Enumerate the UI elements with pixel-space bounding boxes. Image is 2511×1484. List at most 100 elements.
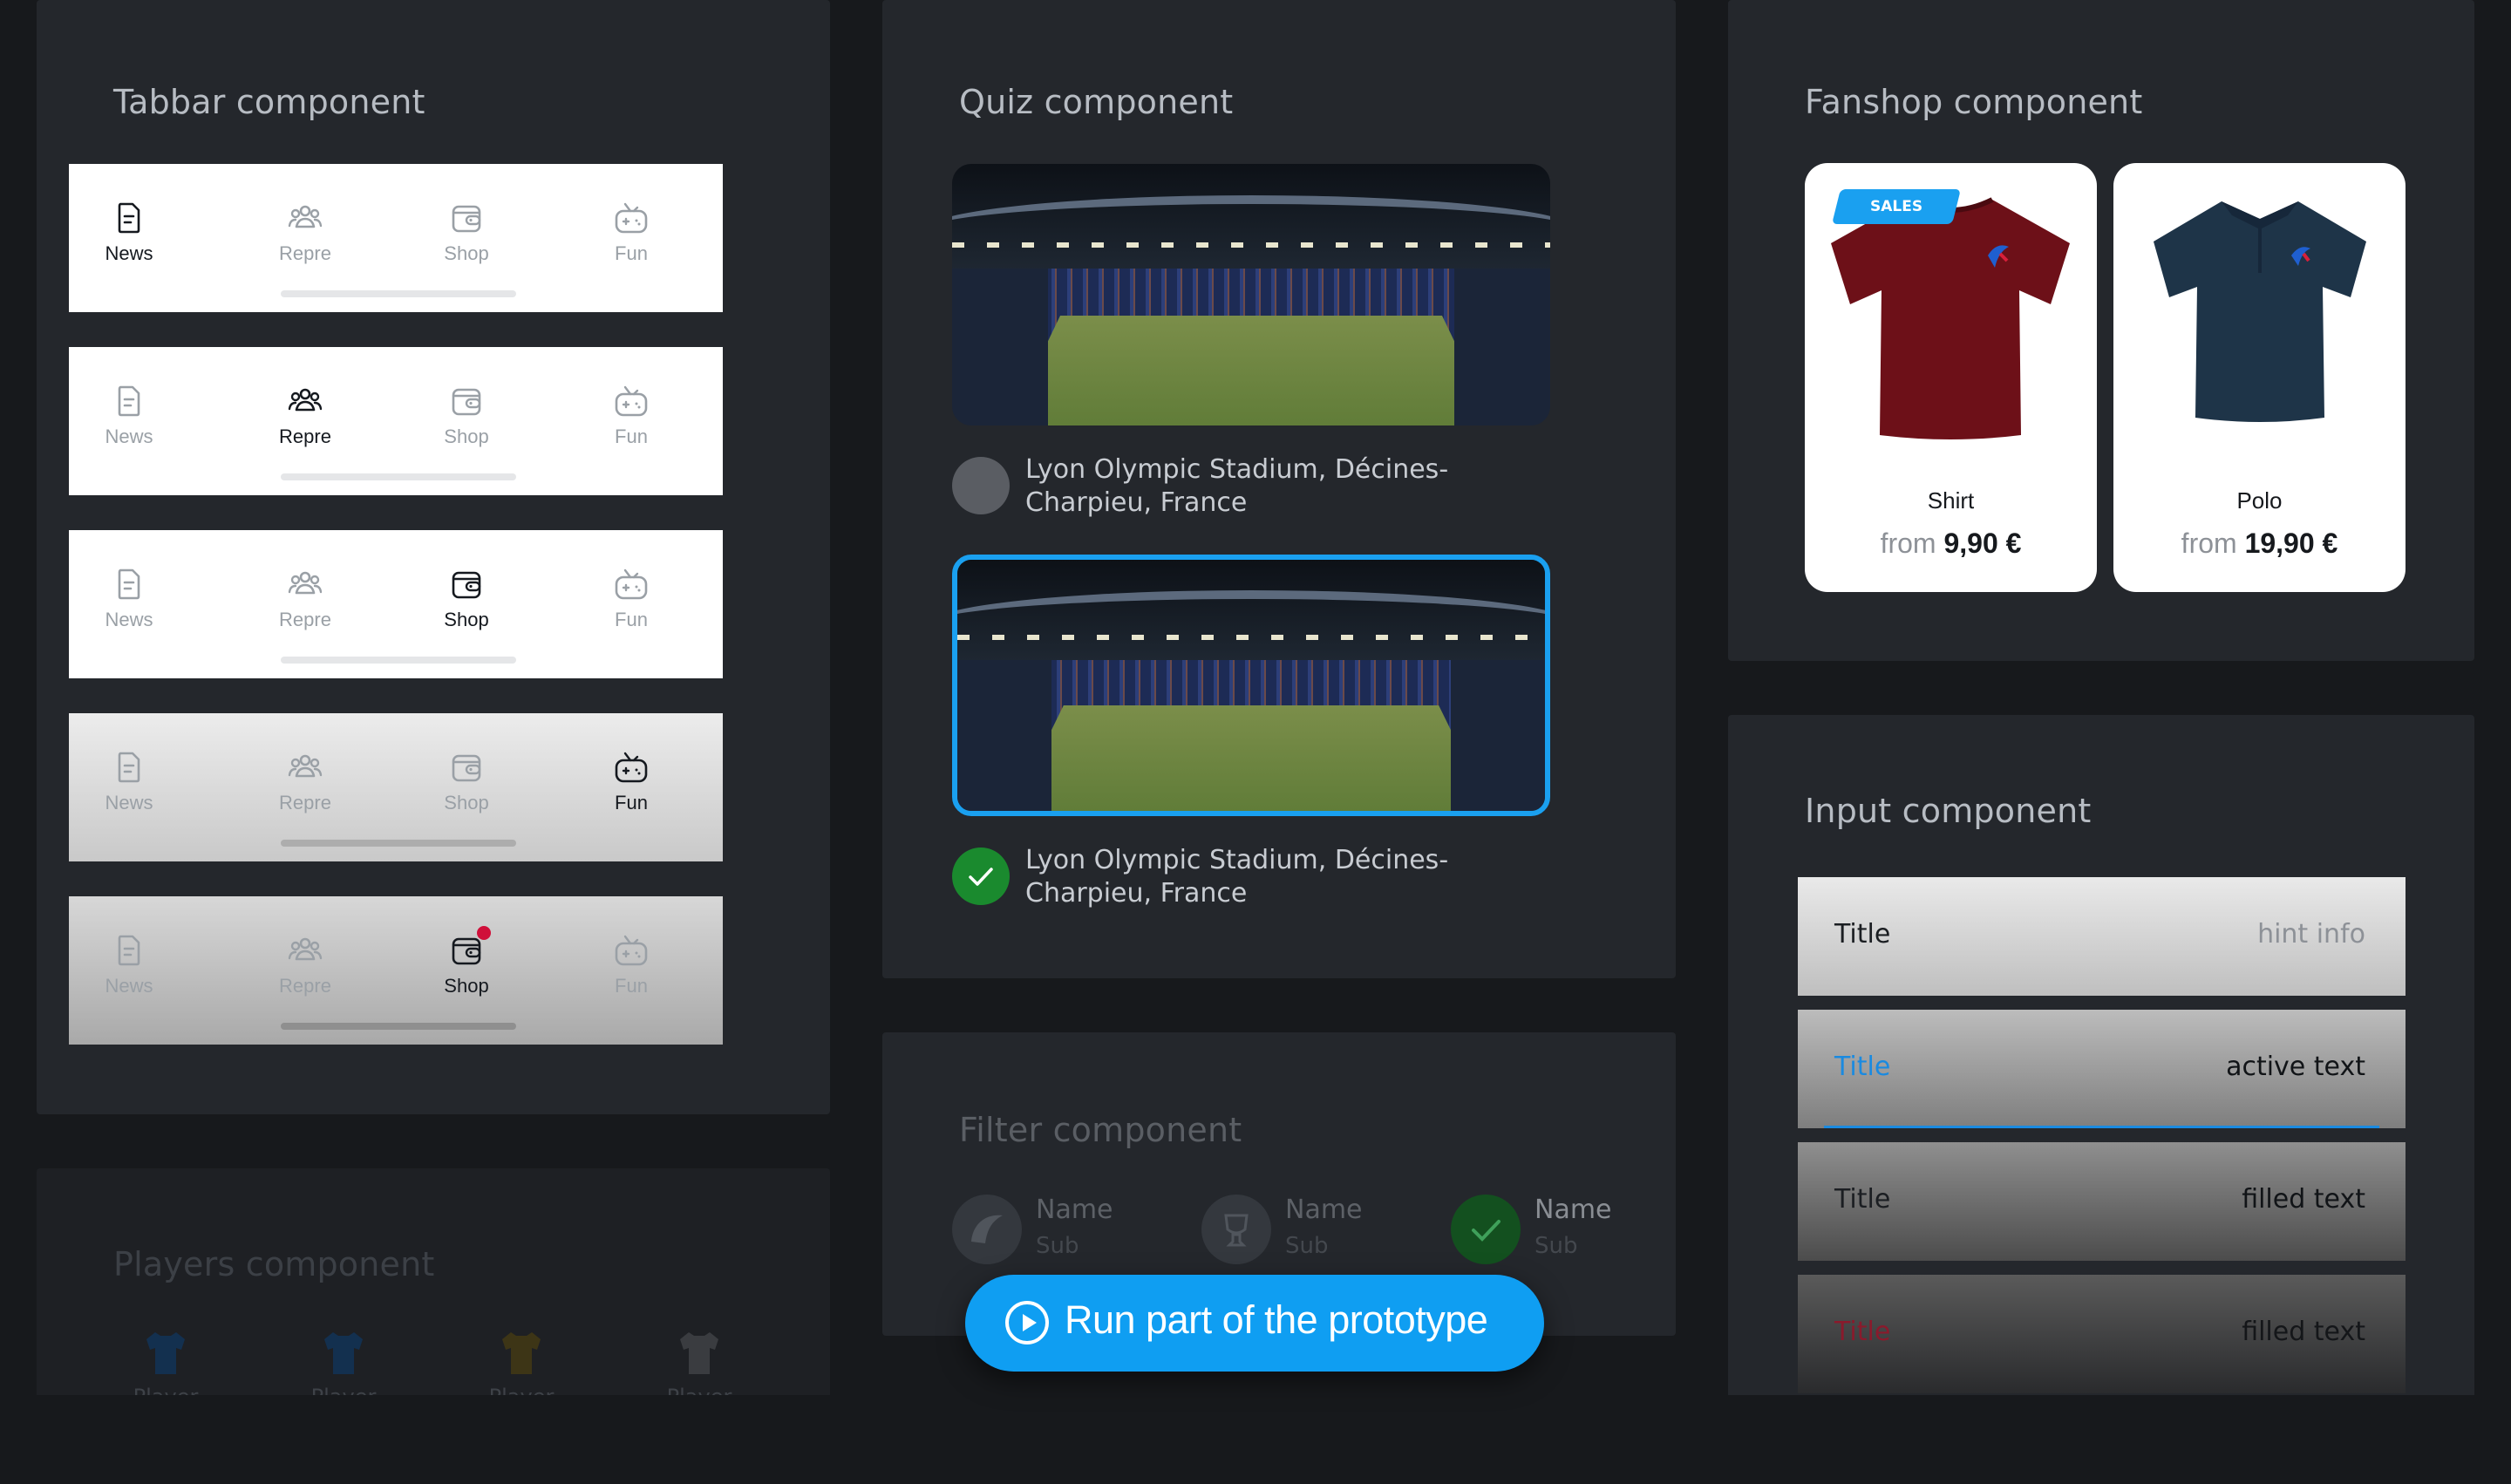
tab-label: Shop	[444, 425, 489, 447]
polo-image	[2154, 201, 2366, 422]
news-icon	[110, 565, 148, 603]
input-title: Title	[1834, 919, 1891, 950]
tab-shop[interactable]: Shop	[418, 748, 514, 814]
tab-repre[interactable]: Repre	[257, 382, 353, 448]
home-indicator	[281, 290, 516, 297]
product-name: Shirt	[1927, 487, 1975, 514]
bottom-fade	[0, 1395, 2511, 1484]
tab-shop[interactable]: Shop	[418, 199, 514, 265]
tab-label: Shop	[444, 792, 489, 813]
tab-fun[interactable]: Fun	[583, 565, 679, 631]
shop-icon	[447, 199, 486, 237]
tab-label: Shop	[444, 242, 489, 264]
home-indicator	[281, 840, 516, 847]
check-icon	[1451, 1195, 1521, 1264]
jersey-icon	[324, 1332, 363, 1374]
tab-label: Fun	[615, 425, 648, 447]
input-field-error[interactable]: Title filled text	[1798, 1275, 2406, 1393]
tab-repre[interactable]: Repre	[257, 565, 353, 631]
repre-icon	[286, 931, 324, 970]
shop-icon	[447, 748, 486, 786]
input-value: filled text	[2242, 1317, 2365, 1347]
run-button-label: Run part of the prototype	[1065, 1297, 1488, 1342]
product-price: from 9,90 €	[1880, 528, 2022, 559]
fun-icon	[612, 748, 650, 786]
home-indicator	[281, 1023, 516, 1030]
tab-fun[interactable]: Fun	[583, 931, 679, 997]
notification-dot	[477, 926, 491, 940]
product-card-shirt[interactable]: SALES Shirt from 9,90 €	[1805, 163, 2097, 592]
tab-label: News	[105, 609, 153, 630]
news-icon	[110, 382, 148, 420]
tab-news[interactable]: News	[81, 382, 177, 448]
option-1-radio[interactable]	[952, 457, 1010, 514]
tabbar-variant-4: News Repre Shop Fun	[69, 713, 723, 861]
fanshop-panel: Fanshop component SALES Shirt from 9,90 …	[1728, 0, 2474, 661]
tab-repre[interactable]: Repre	[257, 748, 353, 814]
tab-fun[interactable]: Fun	[583, 382, 679, 448]
tab-news[interactable]: News	[81, 931, 177, 997]
stadium-image-option-2[interactable]	[952, 555, 1550, 816]
tabbar-variant-1: News Repre Shop Fun	[69, 164, 723, 312]
jersey-icon	[502, 1332, 541, 1374]
input-field-hint[interactable]: Title hint info	[1798, 877, 2406, 996]
tab-news[interactable]: News	[81, 199, 177, 265]
tab-label: Repre	[279, 242, 331, 264]
input-field-active[interactable]: Title active text	[1798, 1010, 2406, 1128]
sales-badge: SALES	[1832, 189, 1961, 224]
option-2-check[interactable]	[952, 848, 1010, 905]
input-title: Title	[1834, 1052, 1891, 1082]
news-icon	[110, 931, 148, 970]
tab-label: Fun	[615, 242, 648, 264]
fun-icon	[612, 382, 650, 420]
option-1-label: Lyon Olympic Stadium, Décines-Charpieu, …	[1025, 454, 1449, 518]
play-icon	[1005, 1301, 1049, 1344]
fun-icon	[612, 931, 650, 970]
tabbar-variant-2: News Repre Shop Fun	[69, 347, 723, 495]
tab-label: Repre	[279, 975, 331, 997]
tab-repre[interactable]: Repre	[257, 199, 353, 265]
tab-shop[interactable]: Shop	[418, 926, 514, 997]
product-price: from 19,90 €	[2181, 528, 2338, 559]
input-panel-title: Input component	[1805, 792, 2092, 830]
stadium-image-option-1[interactable]	[952, 164, 1550, 425]
tabbar-panel-title: Tabbar component	[113, 83, 425, 121]
tab-news[interactable]: News	[81, 565, 177, 631]
filter-item-name: Name	[1036, 1195, 1113, 1225]
option-2-label: Lyon Olympic Stadium, Décines-Charpieu, …	[1025, 845, 1449, 909]
tab-label: Shop	[444, 609, 489, 630]
shop-icon	[447, 382, 486, 420]
filter-panel-title: Filter component	[959, 1111, 1242, 1149]
product-card-polo[interactable]: Polo from 19,90 €	[2113, 163, 2406, 592]
quiz-panel-title: Quiz component	[959, 83, 1234, 121]
tab-label: News	[105, 975, 153, 997]
filter-item-name: Name	[1285, 1195, 1363, 1225]
filter-item-name: Name	[1534, 1195, 1612, 1225]
jersey-icon	[680, 1332, 718, 1374]
home-indicator	[281, 473, 516, 480]
input-field-filled[interactable]: Title filled text	[1798, 1142, 2406, 1261]
tabbar-variant-5: News Repre Shop Fun	[69, 896, 723, 1045]
tab-fun[interactable]: Fun	[583, 748, 679, 814]
shop-icon	[447, 565, 486, 603]
tab-label: Repre	[279, 609, 331, 630]
filter-item-sub: Sub	[1534, 1233, 1578, 1259]
home-indicator	[281, 657, 516, 664]
tab-label: Repre	[279, 792, 331, 813]
input-hint: hint info	[2257, 919, 2365, 950]
fun-icon	[612, 565, 650, 603]
team-logo-icon	[952, 1195, 1022, 1264]
tab-shop[interactable]: Shop	[418, 565, 514, 631]
fun-icon	[612, 199, 650, 237]
tab-fun[interactable]: Fun	[583, 199, 679, 265]
tab-shop[interactable]: Shop	[418, 382, 514, 448]
input-value: active text	[2226, 1052, 2365, 1082]
repre-icon	[286, 199, 324, 237]
tab-repre[interactable]: Repre	[257, 931, 353, 997]
news-icon	[110, 748, 148, 786]
run-prototype-button[interactable]: Run part of the prototype	[965, 1275, 1544, 1372]
tabbar-variant-3: News Repre Shop Fun	[69, 530, 723, 678]
news-icon	[110, 199, 148, 237]
tab-news[interactable]: News	[81, 748, 177, 814]
tab-label: Fun	[615, 609, 648, 630]
